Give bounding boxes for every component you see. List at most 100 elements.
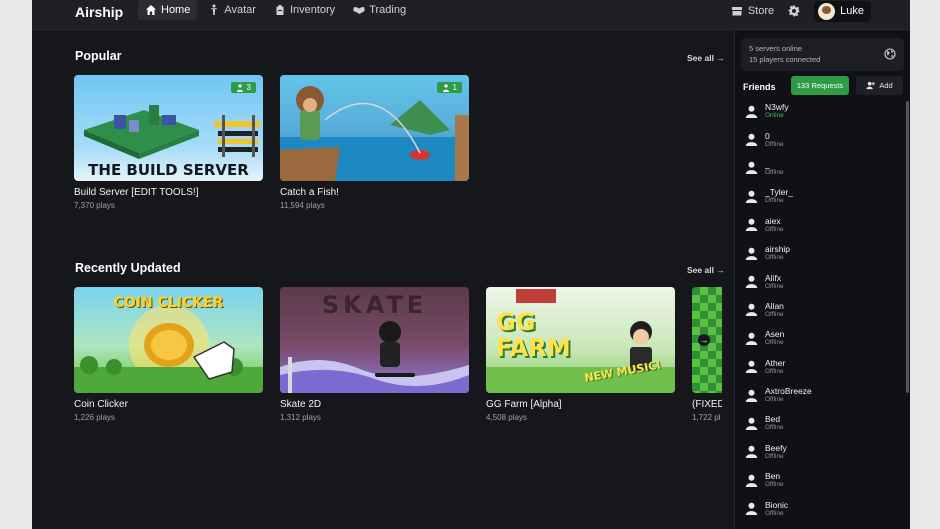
friend-item[interactable]: airship Offline bbox=[735, 239, 903, 267]
friend-item[interactable]: _Tyler_ Offline bbox=[735, 182, 903, 210]
friend-name: aiex bbox=[765, 215, 781, 226]
friend-status: Online bbox=[765, 112, 784, 120]
friend-item[interactable]: aiex Offline bbox=[735, 211, 903, 239]
friend-info: 0 Offline bbox=[765, 131, 784, 149]
friend-item[interactable]: Bed Offline bbox=[735, 409, 903, 437]
friend-status: Offline bbox=[765, 197, 784, 205]
friend-status: Offline bbox=[765, 424, 784, 432]
friend-name: _Tyler_ bbox=[765, 187, 793, 198]
handshake-icon bbox=[353, 7, 365, 14]
user-icon bbox=[745, 133, 758, 147]
carousel-next-button[interactable]: → bbox=[698, 334, 710, 346]
username: Luke bbox=[840, 5, 864, 17]
nav-trading[interactable]: Trading bbox=[346, 0, 413, 20]
friend-item[interactable]: AxtroBreeze Offline bbox=[735, 381, 903, 409]
brand-logo[interactable]: Airship bbox=[75, 3, 123, 21]
game-card[interactable]: GG FARM NEW MUSIC! GG Farm [Alpha] 4,508… bbox=[486, 287, 675, 422]
game-thumbnail: → bbox=[692, 287, 722, 393]
friend-info: Ben Offline bbox=[765, 471, 784, 489]
store-button[interactable]: Store bbox=[731, 5, 774, 17]
player-count: 3 bbox=[246, 83, 251, 92]
friend-status: Offline bbox=[765, 396, 784, 404]
friends-sidebar: 5 servers online 15 players connected Fr… bbox=[734, 31, 910, 529]
settings-button[interactable] bbox=[784, 5, 804, 17]
friend-name: Bionic bbox=[765, 499, 789, 510]
user-icon bbox=[745, 361, 758, 374]
scrollbar[interactable] bbox=[906, 101, 909, 393]
friend-status: Offline bbox=[765, 254, 784, 262]
player-count: 1 bbox=[452, 83, 457, 92]
backpack-icon bbox=[276, 5, 284, 15]
game-plays: 7,370 plays bbox=[74, 201, 115, 210]
add-label: Add bbox=[879, 81, 893, 90]
friend-status: Offline bbox=[765, 310, 784, 318]
friend-info: Allan Offline bbox=[765, 301, 784, 319]
game-thumbnail: GG FARM NEW MUSIC! bbox=[486, 287, 675, 393]
globe-icon[interactable] bbox=[884, 48, 896, 60]
friend-name: 0 bbox=[765, 130, 770, 141]
friend-info: AxtroBreeze Offline bbox=[765, 386, 812, 404]
game-card[interactable]: SKATE Skate 2D 1,312 plays bbox=[280, 287, 469, 422]
friend-name: Asen bbox=[765, 329, 785, 340]
user-icon bbox=[745, 275, 758, 289]
thumb-title: THE BUILD SERVER bbox=[88, 161, 249, 179]
friend-info: Bionic Offline bbox=[765, 500, 788, 518]
user-icon bbox=[745, 474, 758, 487]
friend-requests-button[interactable]: 133 Requests bbox=[791, 76, 849, 95]
friend-name: Bed bbox=[765, 414, 781, 425]
friend-list: N3wfy Online 0 Offline _ Offline _Tyler_ Offlin… bbox=[735, 97, 903, 523]
game-thumbnail: 1 bbox=[280, 75, 469, 181]
friend-item[interactable]: 0 Offline bbox=[735, 125, 903, 153]
home-icon bbox=[146, 5, 156, 15]
game-card[interactable]: → (FIXED 1,722 pl bbox=[692, 287, 722, 422]
friend-name: Beefy bbox=[765, 442, 787, 453]
recent-see-all-link[interactable]: See all → bbox=[687, 265, 725, 275]
nav-avatar[interactable]: Avatar bbox=[201, 0, 263, 20]
friend-info: Bed Offline bbox=[765, 414, 784, 432]
main-content: Popular See all → THE BUILD SERVER 3 Bui… bbox=[32, 31, 733, 529]
friend-item[interactable]: _ Offline bbox=[735, 154, 903, 182]
friend-status: Offline bbox=[765, 168, 784, 176]
game-card[interactable]: 1 Catch a Fish! 11,594 plays bbox=[280, 75, 469, 210]
friend-status: Offline bbox=[765, 509, 784, 517]
user-icon bbox=[745, 417, 758, 430]
nav-avatar-label: Avatar bbox=[224, 4, 256, 16]
friend-info: Asen Offline bbox=[765, 329, 784, 347]
friend-item[interactable]: Asen Offline bbox=[735, 324, 903, 352]
friend-item[interactable]: Alifx Offline bbox=[735, 267, 903, 295]
add-friend-button[interactable]: Add bbox=[856, 76, 903, 95]
user-icon bbox=[745, 190, 758, 203]
player-count-badge: 1 bbox=[436, 82, 462, 93]
game-card[interactable]: COIN CLICKER Coin Clicker 1,226 plays bbox=[74, 287, 263, 422]
nav-inventory[interactable]: Inventory bbox=[267, 0, 342, 20]
friend-info: airship Offline bbox=[765, 244, 790, 262]
player-count-badge: 3 bbox=[230, 82, 256, 93]
friend-item[interactable]: Allan Offline bbox=[735, 296, 903, 324]
game-plays: 11,594 plays bbox=[280, 201, 325, 210]
header-actions: Store Luke bbox=[731, 0, 871, 22]
profile-button[interactable]: Luke bbox=[814, 0, 871, 22]
servers-online: 5 servers online bbox=[749, 44, 802, 53]
user-icon bbox=[745, 162, 758, 175]
avatar bbox=[818, 2, 836, 20]
players-connected: 15 players connected bbox=[749, 55, 821, 64]
user-icon bbox=[745, 105, 758, 118]
friend-name: N3wfy bbox=[765, 102, 789, 113]
friend-status: Offline bbox=[765, 140, 784, 148]
game-card[interactable]: THE BUILD SERVER 3 Build Server [EDIT TO… bbox=[74, 75, 263, 210]
main-nav: Home Avatar Inventory Trading bbox=[138, 0, 413, 22]
friend-item[interactable]: N3wfy Online bbox=[735, 97, 903, 125]
nav-home[interactable]: Home bbox=[138, 0, 198, 20]
friend-item[interactable]: Bionic Offline bbox=[735, 494, 903, 522]
friend-item[interactable]: Ben Offline bbox=[735, 466, 903, 494]
friend-item[interactable]: Beefy Offline bbox=[735, 438, 903, 466]
game-title: Coin Clicker bbox=[74, 399, 128, 410]
friend-info: Alifx Offline bbox=[765, 273, 784, 291]
friend-info: aiex Offline bbox=[765, 216, 784, 234]
friend-name: Ather bbox=[765, 357, 786, 368]
popular-see-all-link[interactable]: See all → bbox=[687, 53, 725, 63]
game-plays: 1,226 plays bbox=[74, 413, 115, 422]
game-plays: 4,508 plays bbox=[486, 413, 527, 422]
friend-item[interactable]: Ather Offline bbox=[735, 353, 903, 381]
person-icon bbox=[211, 4, 218, 15]
